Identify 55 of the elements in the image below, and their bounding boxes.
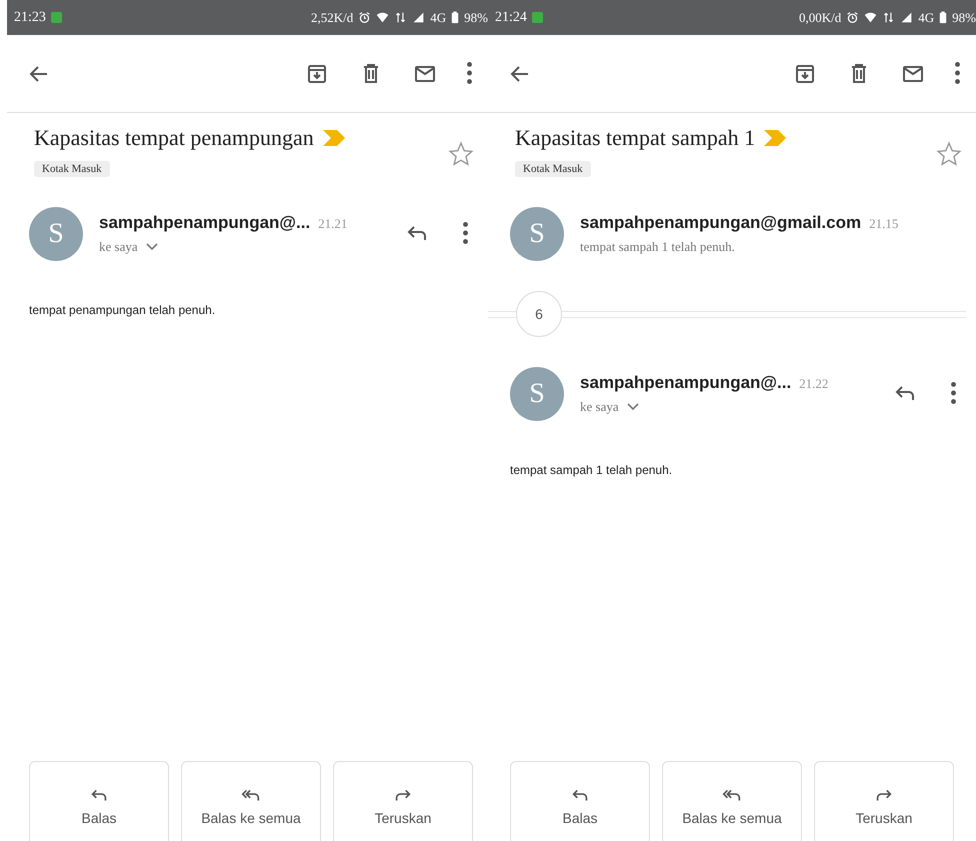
app-notification-icon [50,12,62,23]
message-snippet: tempat sampah 1 telah penuh. [580,239,735,255]
message-time: 21.15 [869,216,898,232]
signal-icon [900,11,914,24]
network-speed-text: 0,00K/d [799,10,842,26]
message-time: 21.22 [799,376,828,392]
message-body: tempat sampah 1 telah penuh. [510,463,674,477]
app-notification-icon [532,12,543,23]
clock-text: 21:24 [495,10,527,26]
chevron-icon [626,403,639,411]
hidden-messages-count[interactable]: 6 [516,291,562,337]
network-speed-text: 2,52K/d [311,10,354,26]
data-arrows-icon [394,11,408,24]
forward-button[interactable]: Teruskan [333,761,473,841]
sender-avatar: S [510,367,564,421]
sender-avatar: S [510,207,564,261]
recipient-dropdown[interactable]: ke saya [580,399,639,415]
star-button[interactable] [936,141,962,167]
network-type-text: 4G [430,10,446,26]
chevron-icon [146,243,158,251]
more-button[interactable] [955,62,960,86]
star-button[interactable] [448,141,474,167]
email-subject: Kapasitas tempat sampah 1 [515,125,756,151]
wifi-icon [376,11,390,24]
battery-text: 98% [952,10,976,26]
alarm-icon [358,11,372,24]
message-body: tempat penampungan telah penuh. [29,303,216,317]
more-button[interactable] [467,62,472,86]
reply-button[interactable]: Balas [510,761,650,841]
recipient-dropdown[interactable]: ke saya [99,239,158,255]
message-time: 21.21 [318,216,348,232]
importance-marker-icon [322,129,346,147]
wifi-icon [864,11,878,24]
alarm-icon [846,11,860,24]
importance-marker-icon [763,129,788,147]
clock-text: 21:23 [14,10,46,26]
battery-icon [939,11,948,24]
reply-all-button[interactable]: Balas ke semua [181,761,321,841]
sender-name: sampahpenampungan@gmail.com [580,213,862,233]
more-button[interactable] [463,222,468,246]
sender-name: sampahpenampungan@... [99,213,310,233]
label-chip[interactable]: Kotak Masuk [515,161,591,177]
sender-name: sampahpenampungan@... [580,373,792,393]
more-button[interactable] [951,382,956,406]
reply-button[interactable]: Balas [29,761,169,841]
signal-icon [412,11,426,24]
reply-all-button[interactable]: Balas ke semua [662,761,802,841]
data-arrows-icon [882,11,896,24]
label-chip[interactable]: Kotak Masuk [34,161,110,177]
email-subject: Kapasitas tempat penampungan [34,125,314,151]
forward-button[interactable]: Teruskan [814,761,954,841]
sender-avatar: S [29,207,83,261]
battery-text: 98% [464,10,488,26]
network-type-text: 4G [918,10,934,26]
battery-icon [451,11,460,24]
